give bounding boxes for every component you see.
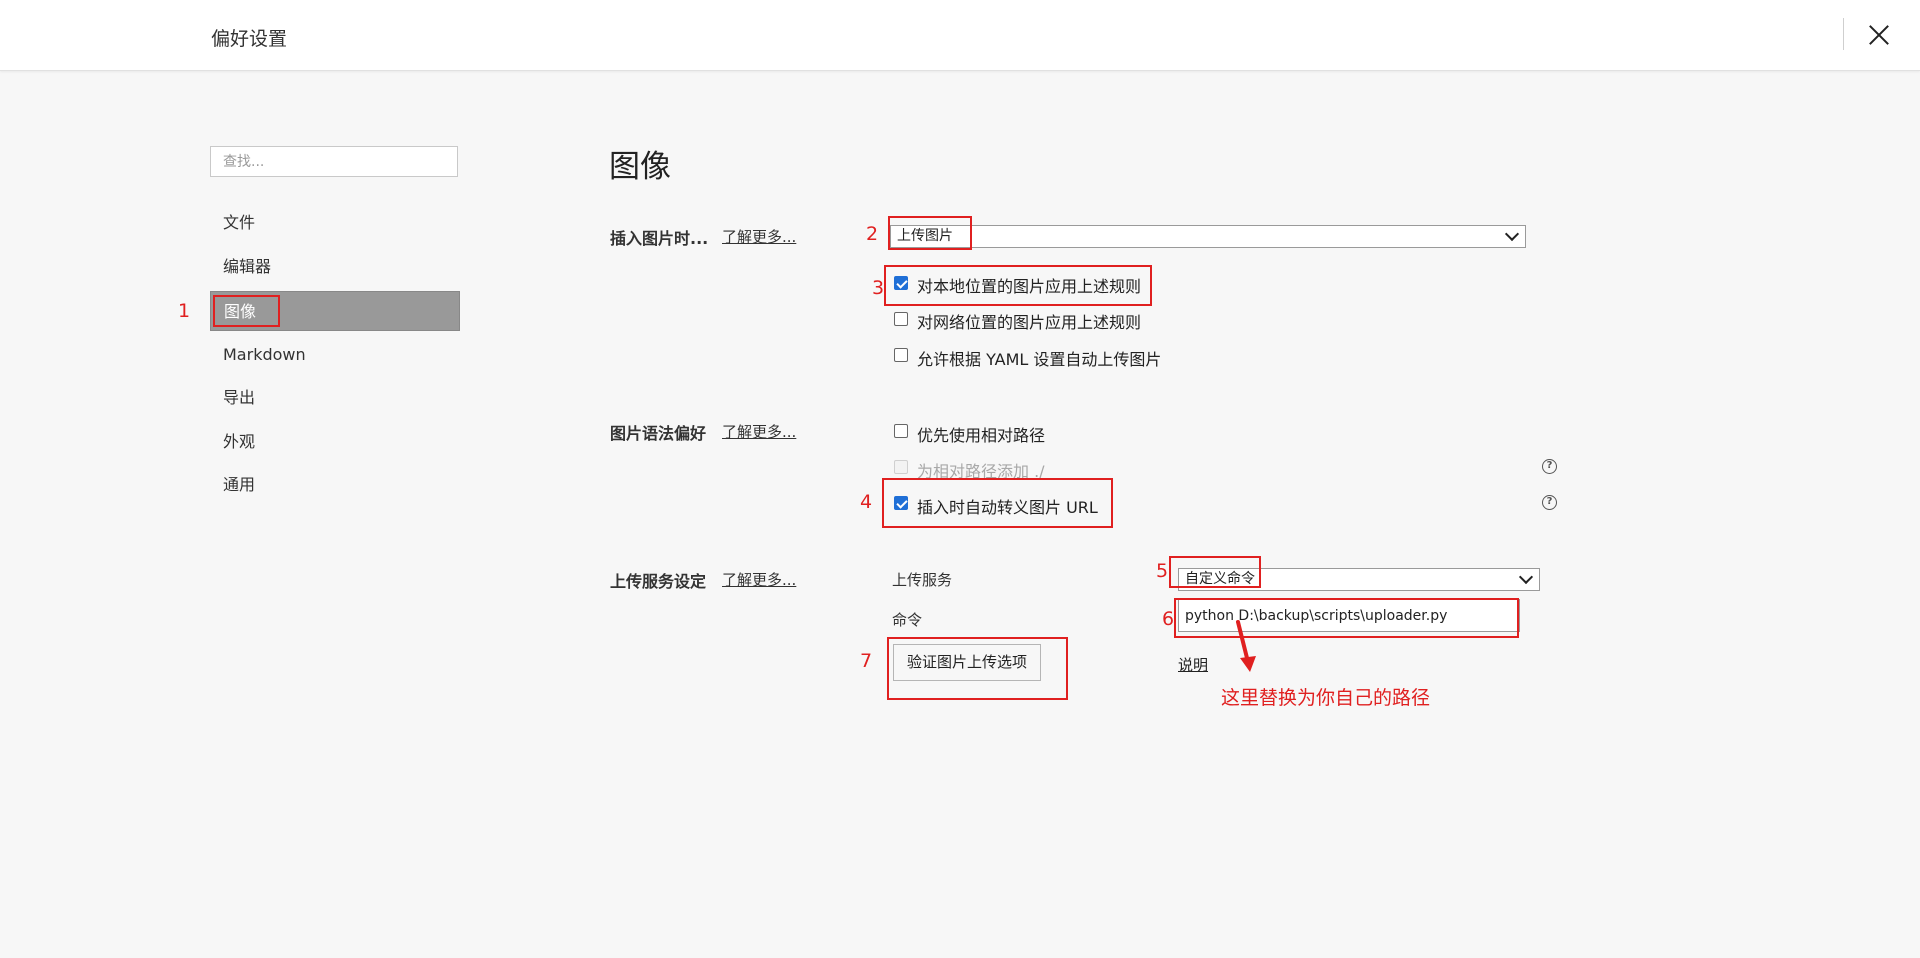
sidebar-item-file[interactable]: 文件 [210,203,460,243]
upload-learn-more-link[interactable]: 了解更多... [722,569,796,590]
escape-url-label: 插入时自动转义图片 URL [917,498,1098,517]
sidebar-item-export[interactable]: 导出 [210,378,460,418]
annotation-number-5: 5 [1156,560,1169,582]
close-icon[interactable] [1864,20,1894,50]
sidebar-item-markdown[interactable]: Markdown [210,335,460,375]
insert-action-value: 上传图片 [897,228,953,244]
local-images-checkbox[interactable] [894,276,908,290]
upload-service-select[interactable]: 自定义命令 [1178,568,1540,591]
yaml-upload-label: 允许根据 YAML 设置自动上传图片 [917,350,1162,369]
escape-url-checkbox[interactable] [894,496,908,510]
search-input[interactable] [210,146,458,177]
verify-upload-button[interactable]: 验证图片上传选项 [893,644,1041,681]
sidebar-item-image[interactable]: 图像 [210,291,460,331]
explain-link[interactable]: 说明 [1178,654,1208,675]
dot-slash-label: 为相对路径添加 ./ [917,462,1045,481]
yaml-upload-checkbox[interactable] [894,348,908,362]
page-title: 图像 [609,149,671,185]
upload-service-label: 上传服务 [892,571,953,589]
annotation-arrow-icon [1236,620,1256,672]
annotation-number-2: 2 [866,223,879,245]
chevron-down-icon [1518,569,1534,585]
insert-learn-more-link[interactable]: 了解更多... [722,226,796,247]
relative-path-checkbox[interactable] [894,424,908,438]
upload-service-value: 自定义命令 [1185,571,1255,587]
insert-section-label: 插入图片时... [610,229,709,248]
annotation-number-6: 6 [1162,608,1175,630]
local-images-label: 对本地位置的图片应用上述规则 [917,277,1142,296]
syntax-section-label: 图片语法偏好 [610,424,707,443]
syntax-learn-more-link[interactable]: 了解更多... [722,421,796,442]
help-icon[interactable]: ? [1542,459,1557,474]
annotation-number-3: 3 [872,277,885,299]
dot-slash-checkbox [894,460,908,474]
annotation-number-1: 1 [178,300,191,322]
help-icon[interactable]: ? [1542,495,1557,510]
annotation-number-7: 7 [860,650,873,672]
sidebar-item-general[interactable]: 通用 [210,465,460,505]
network-images-checkbox[interactable] [894,312,908,326]
chevron-down-icon [1504,226,1520,242]
annotation-note: 这里替换为你自己的路径 [1221,687,1431,709]
network-images-label: 对网络位置的图片应用上述规则 [917,313,1142,332]
annotation-number-4: 4 [860,491,873,513]
insert-action-select[interactable]: 上传图片 [890,225,1526,248]
title-bar [0,0,1920,71]
sidebar-item-editor[interactable]: 编辑器 [210,247,460,287]
header-divider [1843,18,1844,50]
window-title: 偏好设置 [211,28,288,50]
upload-section-label: 上传服务设定 [610,572,707,591]
relative-path-label: 优先使用相对路径 [917,426,1046,445]
command-label: 命令 [892,611,923,629]
sidebar-item-appearance[interactable]: 外观 [210,422,460,462]
